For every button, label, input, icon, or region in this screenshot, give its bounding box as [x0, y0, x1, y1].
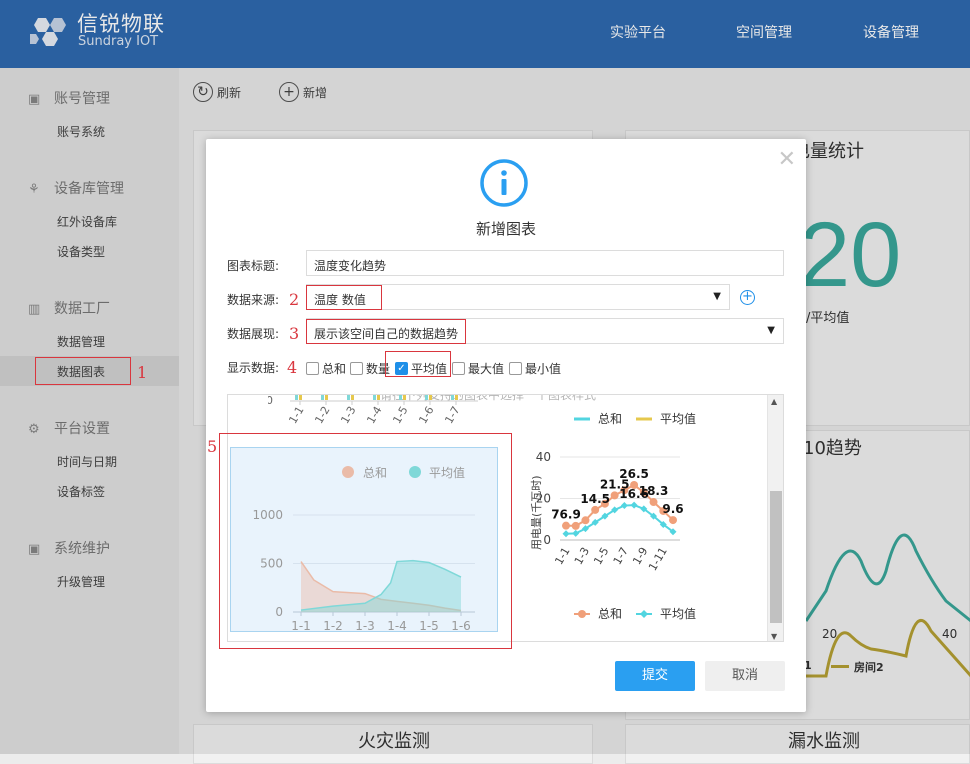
bar	[451, 395, 454, 400]
x-tick-label: 1-1	[286, 404, 306, 426]
add-source-icon[interactable]: +	[740, 290, 755, 305]
data-point	[571, 521, 580, 530]
x-tick-label: 1-6	[416, 404, 436, 426]
title-field-label: 图表标题:	[227, 259, 280, 273]
bar	[347, 395, 350, 400]
y-tick-label: 0	[543, 533, 551, 547]
x-tick-label: 1-2	[312, 404, 332, 426]
bar	[455, 395, 458, 400]
chevron-down-icon: ▼	[767, 325, 775, 336]
data-point	[620, 502, 628, 510]
title-input[interactable]: 温度变化趋势	[306, 250, 784, 276]
x-tick-label: 1-3	[572, 545, 592, 567]
x-tick-label: 1-1	[552, 545, 572, 567]
data-point	[610, 491, 619, 500]
data-label: 26.5	[619, 467, 649, 481]
cancel-button[interactable]: 取消	[705, 661, 785, 691]
y-axis-label: 用电量(千瓦时)	[530, 475, 543, 550]
data-point	[669, 516, 677, 525]
annotation-number: 2	[289, 290, 300, 309]
scrollbar[interactable]: ▲ ▼	[767, 395, 783, 641]
scroll-up-icon[interactable]: ▲	[771, 397, 777, 406]
data-point	[581, 516, 590, 525]
bar	[399, 395, 402, 400]
x-tick-label: 1-7	[611, 545, 631, 567]
legend-label: 总和	[598, 412, 622, 426]
dialog-title: 新增图表	[475, 220, 536, 238]
data-label: 9.6	[662, 502, 683, 516]
data-label: 76.9	[551, 508, 581, 522]
x-tick-label: 1-5	[390, 404, 410, 426]
close-icon[interactable]: ✕	[778, 147, 796, 172]
annotation-number: 5	[207, 437, 218, 456]
data-point	[591, 505, 600, 514]
annotation-number: 3	[289, 324, 300, 343]
checkbox-count[interactable]: 数量	[350, 360, 390, 377]
scroll-down-icon[interactable]: ▼	[771, 632, 777, 641]
bar	[325, 395, 328, 400]
data-point	[572, 529, 580, 537]
checkbox-min[interactable]: 最小值	[509, 360, 561, 377]
bar	[377, 395, 380, 400]
bar	[321, 395, 324, 400]
y-tick-label: 20	[536, 492, 551, 506]
checkbox-sum[interactable]: 总和	[306, 360, 346, 377]
x-tick-label: 1-4	[364, 404, 384, 426]
checkbox-max[interactable]: 最大值	[452, 360, 504, 377]
bar	[429, 395, 432, 400]
bar	[403, 395, 406, 400]
scroll-thumb[interactable]	[770, 491, 782, 623]
bar	[299, 395, 302, 400]
x-tick-label: 1-11	[646, 545, 670, 573]
data-point	[562, 530, 570, 538]
annotation-box-3	[306, 319, 466, 344]
annotation-box-5	[219, 433, 512, 649]
annotation-number: 4	[287, 358, 298, 377]
bar	[295, 395, 298, 400]
x-tick-label: 1-3	[338, 404, 358, 426]
data-label: 14.5	[580, 492, 610, 506]
data-point	[630, 501, 638, 509]
data-point	[562, 521, 570, 530]
legend-label: 平均值	[660, 606, 696, 621]
x-tick-label: 1-7	[442, 404, 462, 426]
annotation-box-2	[306, 285, 382, 310]
data-point	[649, 498, 658, 507]
chevron-down-icon: ▼	[713, 291, 721, 302]
add-chart-dialog: ✕ 新增图表 图表标题: 温度变化趋势 数据来源: 温度 数值 ▼ + 数据展现…	[206, 139, 806, 712]
submit-button[interactable]: 提交	[615, 661, 695, 691]
show-data-label: 显示数据:	[227, 361, 280, 375]
legend-label: 平均值	[660, 411, 696, 426]
bar	[425, 395, 428, 400]
annotation-box-4	[385, 351, 451, 377]
bar	[373, 395, 376, 400]
y-tick: 0	[268, 395, 273, 407]
annotation-number: 1	[137, 363, 148, 382]
x-tick-label: 1-5	[591, 545, 611, 567]
bar	[351, 395, 354, 400]
info-icon	[480, 159, 528, 207]
bar-chart-preview[interactable]: 0 1-1 1-2 1-3 1-4 1-5 1-6 1-7	[268, 395, 478, 435]
annotation-box-1	[35, 357, 131, 385]
line-chart-preview[interactable]: 总和 平均值 用电量(千瓦时) 02040 76.914.521.526.516…	[518, 405, 778, 635]
legend-label: 总和	[598, 607, 622, 621]
display-field-label: 数据展现:	[227, 327, 280, 341]
source-field-label: 数据来源:	[227, 293, 280, 307]
data-label: 18.3	[639, 484, 669, 498]
y-tick-label: 40	[536, 450, 551, 464]
